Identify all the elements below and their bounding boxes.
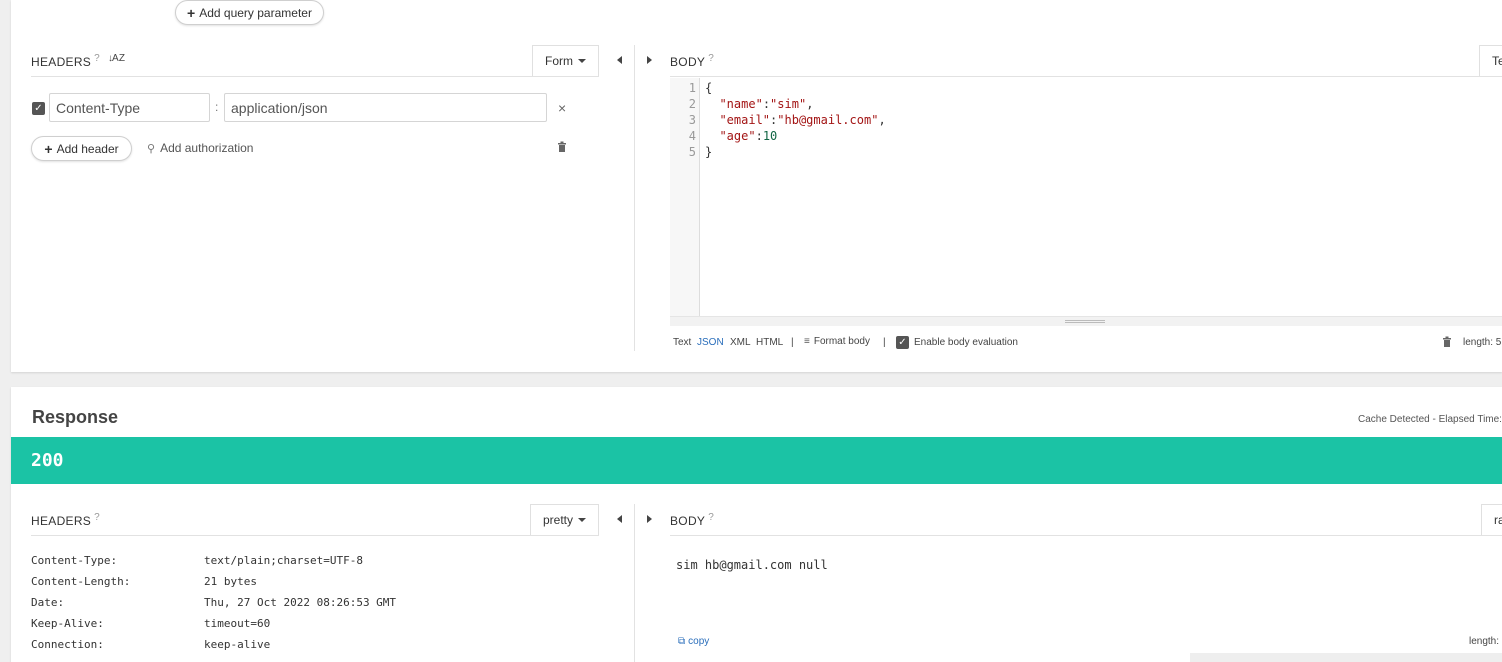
line-number: 4 [688, 129, 696, 143]
add-query-parameter-button[interactable]: + Add query parameter [175, 0, 324, 25]
response-header-value: Thu, 27 Oct 2022 08:26:53 GMT [204, 596, 397, 609]
response-header-key: Keep-Alive: [31, 617, 104, 630]
request-headers-title: HEADERS? [31, 53, 100, 69]
header-separator: : [215, 100, 219, 114]
request-panel: + Add query parameter HEADERS? ↓A Z Form… [11, 0, 1502, 372]
trash-icon[interactable] [557, 141, 567, 152]
copy-button[interactable]: ⧉ copy [678, 636, 709, 647]
line-number: 3 [688, 113, 696, 127]
collapse-left-icon[interactable] [617, 56, 622, 64]
code-line: } [705, 145, 713, 159]
response-body-divider [670, 535, 1502, 536]
toolbar-separator: | [791, 337, 794, 348]
add-authorization-link[interactable]: ⚲ Add authorization [147, 141, 253, 155]
panel-divider [634, 45, 635, 351]
response-header-value: keep-alive [204, 638, 271, 651]
response-panel: Response Cache Detected - Elapsed Time: … [11, 387, 1502, 662]
remove-header-icon[interactable]: × [558, 100, 566, 116]
toolbar-separator: | [883, 337, 886, 348]
response-body-title: BODY? [670, 512, 715, 528]
status-bar: 200 [11, 437, 1502, 484]
plus-icon: + [187, 4, 196, 21]
response-header-key: Date: [31, 596, 65, 609]
format-icon: ≡ [804, 336, 810, 347]
body-type-xml[interactable]: XML [730, 337, 751, 348]
collapse-left-icon[interactable] [617, 515, 622, 523]
headers-divider [31, 76, 599, 77]
body-type-html[interactable]: HTML [756, 337, 783, 348]
response-header-value: timeout=60 [204, 617, 271, 630]
caret-down-icon [578, 518, 586, 522]
code-line: "age":10 [719, 129, 778, 143]
line-number: 2 [688, 97, 696, 111]
plus-icon: + [44, 140, 53, 157]
response-header-key: Content-Length: [31, 575, 131, 588]
enable-eval-checkbox[interactable]: ✓ [896, 336, 909, 349]
header-value-input[interactable]: application/json [224, 93, 547, 122]
response-length: length: [1469, 636, 1500, 647]
copy-icon: ⧉ [678, 636, 686, 647]
line-number: 5 [688, 145, 696, 159]
response-header-value: text/plain;charset=UTF-8 [204, 554, 363, 567]
body-type-dropdown[interactable]: Te [1479, 45, 1502, 76]
response-body-mode-dropdown[interactable]: ra [1481, 504, 1502, 535]
code-line: { [705, 81, 713, 95]
response-title: Response [32, 407, 119, 427]
help-icon[interactable]: ? [94, 53, 100, 64]
help-icon[interactable]: ? [708, 512, 714, 523]
add-header-button[interactable]: + Add header [31, 136, 132, 161]
headers-mode-dropdown[interactable]: Form [532, 45, 599, 76]
cache-info: Cache Detected - Elapsed Time: [1358, 414, 1502, 425]
body-divider [670, 76, 1502, 77]
response-headers-divider [31, 535, 599, 536]
enable-eval-label: Enable body evaluation [914, 337, 1018, 348]
line-number: 1 [688, 81, 696, 95]
help-icon[interactable]: ? [708, 53, 714, 64]
collapse-right-icon[interactable] [647, 56, 652, 64]
request-body-title: BODY? [670, 53, 715, 69]
code-line: "name":"sim", [719, 97, 814, 111]
response-headers-mode-dropdown[interactable]: pretty [530, 504, 599, 535]
code-line: "email":"hb@gmail.com", [719, 113, 886, 127]
scrollbar-track[interactable] [1190, 653, 1502, 662]
response-header-key: Content-Type: [31, 554, 118, 567]
status-code: 200 [31, 450, 64, 471]
body-length: length: 5 [1463, 337, 1502, 348]
body-type-json[interactable]: JSON [697, 337, 724, 348]
add-query-parameter-label: Add query parameter [199, 5, 312, 20]
format-body-button[interactable]: ≡ Format body [804, 336, 870, 347]
response-header-key: Connection: [31, 638, 104, 651]
caret-down-icon [578, 59, 586, 63]
response-headers-title: HEADERS? [31, 512, 100, 528]
sort-headers-icon[interactable]: ↓A Z [108, 53, 125, 64]
response-body-content: sim hb@gmail.com null [676, 558, 828, 572]
editor-resize-handle[interactable] [670, 316, 1502, 326]
body-editor[interactable]: 1 2 3 4 5 { "name":"sim", "email":"hb@gm… [670, 78, 1502, 326]
panel-divider [634, 504, 635, 662]
header-enabled-checkbox[interactable]: ✓ [32, 102, 45, 115]
response-header-value: 21 bytes [204, 575, 257, 588]
body-type-text[interactable]: Text [673, 337, 691, 348]
key-icon: ⚲ [147, 142, 156, 155]
help-icon[interactable]: ? [94, 512, 100, 523]
header-name-input[interactable]: Content-Type [49, 93, 210, 122]
editor-gutter: 1 2 3 4 5 [670, 78, 700, 316]
clear-body-trash-icon[interactable] [1442, 336, 1452, 347]
collapse-right-icon[interactable] [647, 515, 652, 523]
